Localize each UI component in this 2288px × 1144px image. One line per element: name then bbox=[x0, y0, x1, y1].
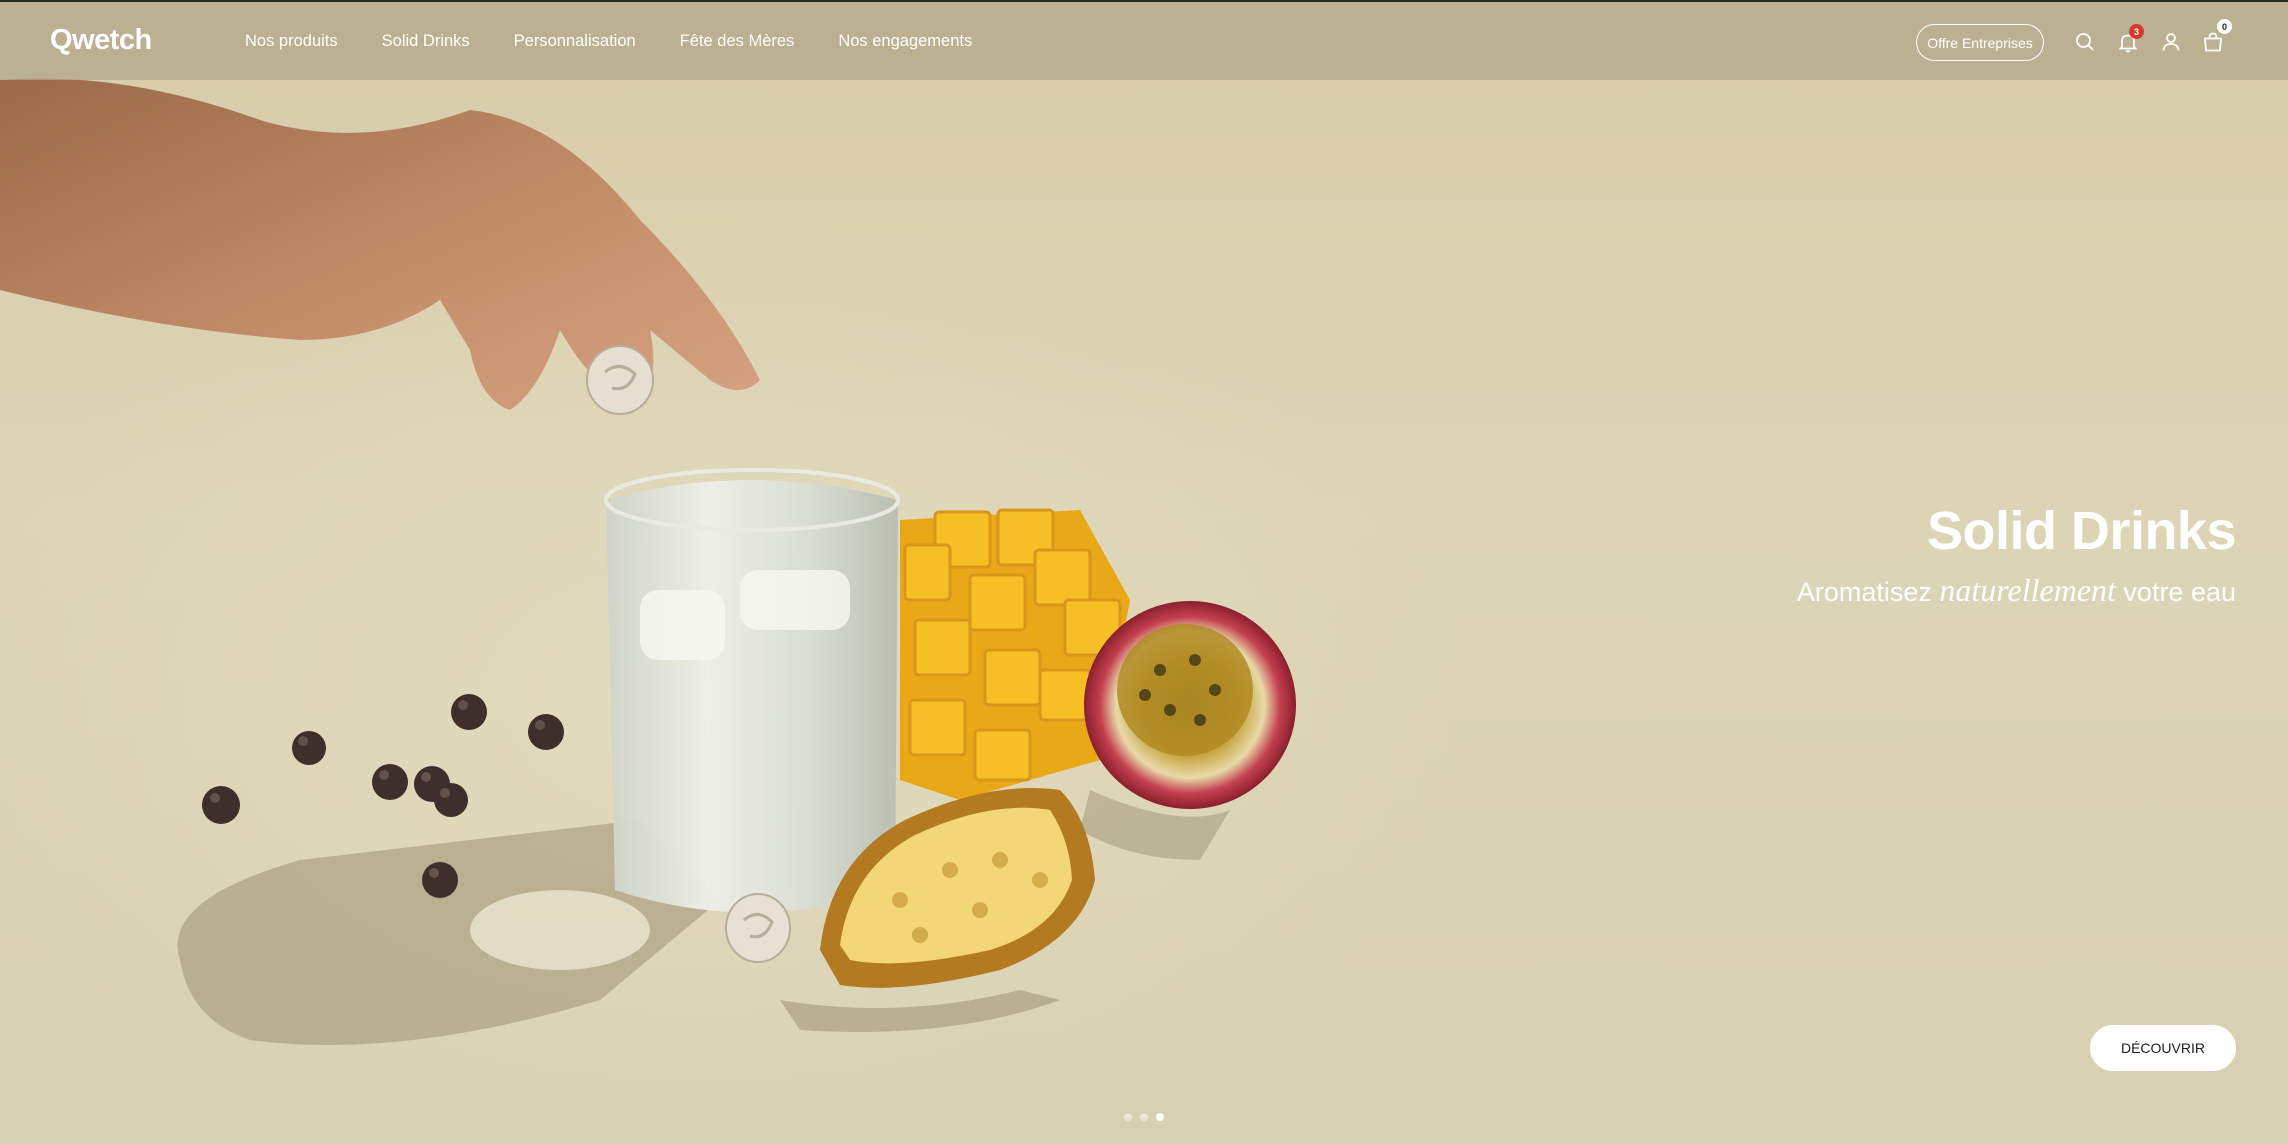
brand-logo[interactable]: Qwetch bbox=[50, 24, 152, 57]
hero-subtitle: Aromatisez naturellement votre eau bbox=[1797, 572, 2236, 609]
bell-icon[interactable]: 3 bbox=[2116, 24, 2144, 54]
nav-item-solid-drinks[interactable]: Solid Drinks bbox=[382, 32, 470, 51]
business-offer-button[interactable]: Offre Entreprises bbox=[1916, 24, 2044, 61]
cart-icon[interactable]: 0 bbox=[2201, 19, 2232, 54]
nav-item-personalisation[interactable]: Personnalisation bbox=[514, 32, 636, 51]
carousel-dot-3[interactable] bbox=[1156, 1113, 1164, 1121]
carousel-pagination bbox=[1124, 1113, 1164, 1121]
account-icon[interactable] bbox=[2159, 30, 2183, 54]
site-header: Qwetch Nos produits Solid Drinks Personn… bbox=[0, 0, 2288, 80]
discover-button[interactable]: DÉCOUVRIR bbox=[2090, 1025, 2236, 1071]
notification-count-badge: 3 bbox=[2129, 24, 2144, 39]
hero-subtitle-emphasis: naturellement bbox=[1939, 572, 2116, 608]
hero-subtitle-start: Aromatisez bbox=[1796, 577, 1940, 607]
hero-title: Solid Drinks bbox=[1926, 501, 2237, 561]
main-nav: Nos produits Solid Drinks Personnalisati… bbox=[245, 32, 1016, 51]
carousel-dot-1[interactable] bbox=[1124, 1113, 1132, 1121]
nav-item-commitments[interactable]: Nos engagements bbox=[838, 32, 972, 51]
nav-item-products[interactable]: Nos produits bbox=[245, 32, 338, 51]
hero-subtitle-end: votre eau bbox=[2115, 577, 2236, 607]
carousel-dot-2[interactable] bbox=[1140, 1113, 1148, 1121]
nav-item-mothers-day[interactable]: Fête des Mères bbox=[680, 32, 795, 51]
cart-count-badge: 0 bbox=[2217, 19, 2232, 34]
search-icon[interactable] bbox=[2073, 30, 2097, 54]
